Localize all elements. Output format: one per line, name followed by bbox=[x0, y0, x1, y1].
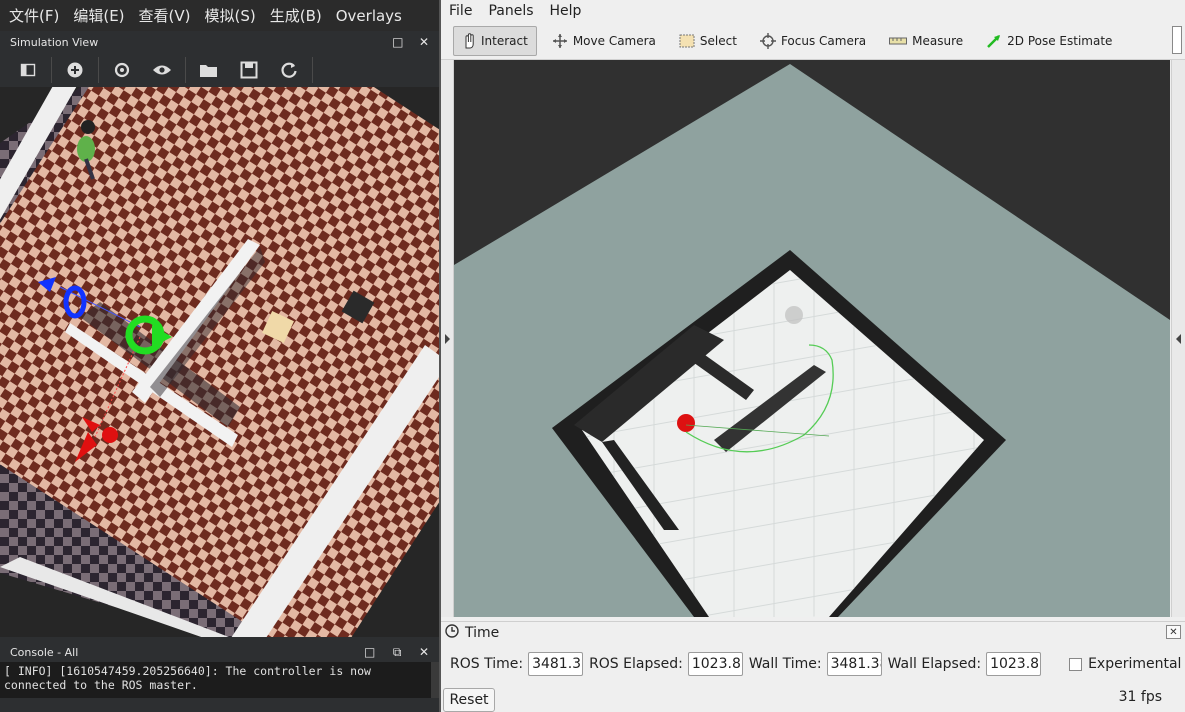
tool-2d-pose-estimate[interactable]: 2D Pose Estimate bbox=[978, 26, 1120, 56]
close-icon[interactable]: ✕ bbox=[419, 645, 429, 659]
tool-focus-camera[interactable]: Focus Camera bbox=[752, 26, 874, 56]
eye-icon[interactable] bbox=[149, 57, 175, 83]
float-icon[interactable]: ⧉ bbox=[393, 645, 402, 659]
simulation-toolbar bbox=[0, 53, 439, 88]
console-titlebar: Console - All □ ⧉ ✕ bbox=[0, 642, 439, 662]
ros-elapsed-label: ROS Elapsed: bbox=[589, 656, 683, 672]
time-panel-title: Time bbox=[465, 625, 500, 641]
console-output: [ INFO] [1610547459.205256640]: The cont… bbox=[0, 662, 431, 698]
save-icon[interactable] bbox=[236, 57, 262, 83]
pose-arrow-icon bbox=[986, 33, 1002, 49]
rviz-3d-view[interactable] bbox=[454, 60, 1170, 617]
tool-select[interactable]: Select bbox=[671, 26, 745, 56]
time-panel: Time ✕ ROS Time: 3481.35 ROS Elapsed: 10… bbox=[441, 621, 1185, 712]
toolbar-overflow-handle[interactable] bbox=[1172, 26, 1182, 54]
console-scrollbar[interactable] bbox=[431, 662, 439, 698]
maximize-icon[interactable]: □ bbox=[392, 35, 403, 49]
focus-camera-icon bbox=[759, 32, 776, 49]
ruler-icon bbox=[889, 37, 908, 45]
tool-move-camera[interactable]: Move Camera bbox=[544, 26, 664, 56]
hand-icon bbox=[462, 32, 476, 49]
ros-elapsed-field[interactable]: 1023.87 bbox=[687, 652, 743, 676]
menu-panels[interactable]: Panels bbox=[480, 3, 541, 19]
maximize-icon[interactable]: □ bbox=[364, 645, 375, 659]
right-dock-handle[interactable] bbox=[1171, 60, 1185, 617]
wall-elapsed-label: Wall Elapsed: bbox=[887, 656, 982, 672]
menu-file[interactable]: File bbox=[441, 3, 480, 19]
menu-view[interactable]: 查看(V) bbox=[132, 5, 198, 26]
menu-help[interactable]: Help bbox=[542, 3, 590, 19]
simulator-window: 文件(F) 编辑(E) 查看(V) 模拟(S) 生成(B) Overlays S… bbox=[0, 0, 439, 712]
console-line: connected to the ROS master. bbox=[4, 678, 198, 692]
menu-build[interactable]: 生成(B) bbox=[263, 5, 329, 26]
menu-overlays[interactable]: Overlays bbox=[329, 7, 409, 25]
simulation-view-title: Simulation View bbox=[10, 35, 99, 49]
simulator-menu-bar: 文件(F) 编辑(E) 查看(V) 模拟(S) 生成(B) Overlays bbox=[0, 0, 439, 31]
simulation-3d-viewport[interactable] bbox=[0, 87, 439, 637]
tool-interact[interactable]: Interact bbox=[453, 25, 537, 56]
rotate-view-icon[interactable] bbox=[109, 57, 135, 83]
folder-open-icon[interactable] bbox=[196, 57, 222, 83]
simulation-view-titlebar: Simulation View □ ✕ bbox=[0, 31, 439, 53]
wall-elapsed-field[interactable]: 1023.87 bbox=[986, 652, 1042, 676]
fps-readout: 31 fps bbox=[1118, 689, 1162, 705]
menu-simulation[interactable]: 模拟(S) bbox=[198, 5, 263, 26]
close-icon[interactable]: ✕ bbox=[1166, 625, 1181, 639]
console-line: [ INFO] [1610547459.205256640]: The cont… bbox=[4, 664, 371, 678]
ros-time-field[interactable]: 3481.35 bbox=[528, 652, 584, 676]
rviz-menu-bar: File Panels Help bbox=[441, 0, 1185, 22]
add-icon[interactable] bbox=[62, 57, 88, 83]
robot-particles bbox=[677, 414, 695, 432]
select-icon bbox=[679, 34, 695, 48]
experimental-checkbox[interactable] bbox=[1069, 657, 1083, 671]
rviz-window: File Panels Help Interact Move Camera Se… bbox=[441, 0, 1185, 712]
tool-measure[interactable]: Measure bbox=[881, 26, 971, 56]
menu-edit[interactable]: 编辑(E) bbox=[66, 5, 131, 26]
ros-time-label: ROS Time: bbox=[450, 656, 524, 672]
left-dock-handle[interactable] bbox=[441, 60, 454, 617]
wall-time-field[interactable]: 3481.38 bbox=[826, 652, 882, 676]
wall-time-label: Wall Time: bbox=[748, 656, 822, 672]
experimental-label: Experimental bbox=[1088, 656, 1182, 672]
refresh-icon[interactable] bbox=[276, 57, 302, 83]
toggle-panel-icon[interactable] bbox=[15, 57, 41, 83]
menu-file[interactable]: 文件(F) bbox=[2, 5, 66, 26]
clock-icon bbox=[445, 624, 459, 642]
close-icon[interactable]: ✕ bbox=[419, 35, 429, 49]
move-camera-icon bbox=[552, 33, 568, 49]
rviz-toolbar: Interact Move Camera Select Focus Camera… bbox=[441, 22, 1185, 60]
reset-button[interactable]: Reset bbox=[443, 688, 495, 712]
console-title: Console - All bbox=[10, 645, 79, 659]
